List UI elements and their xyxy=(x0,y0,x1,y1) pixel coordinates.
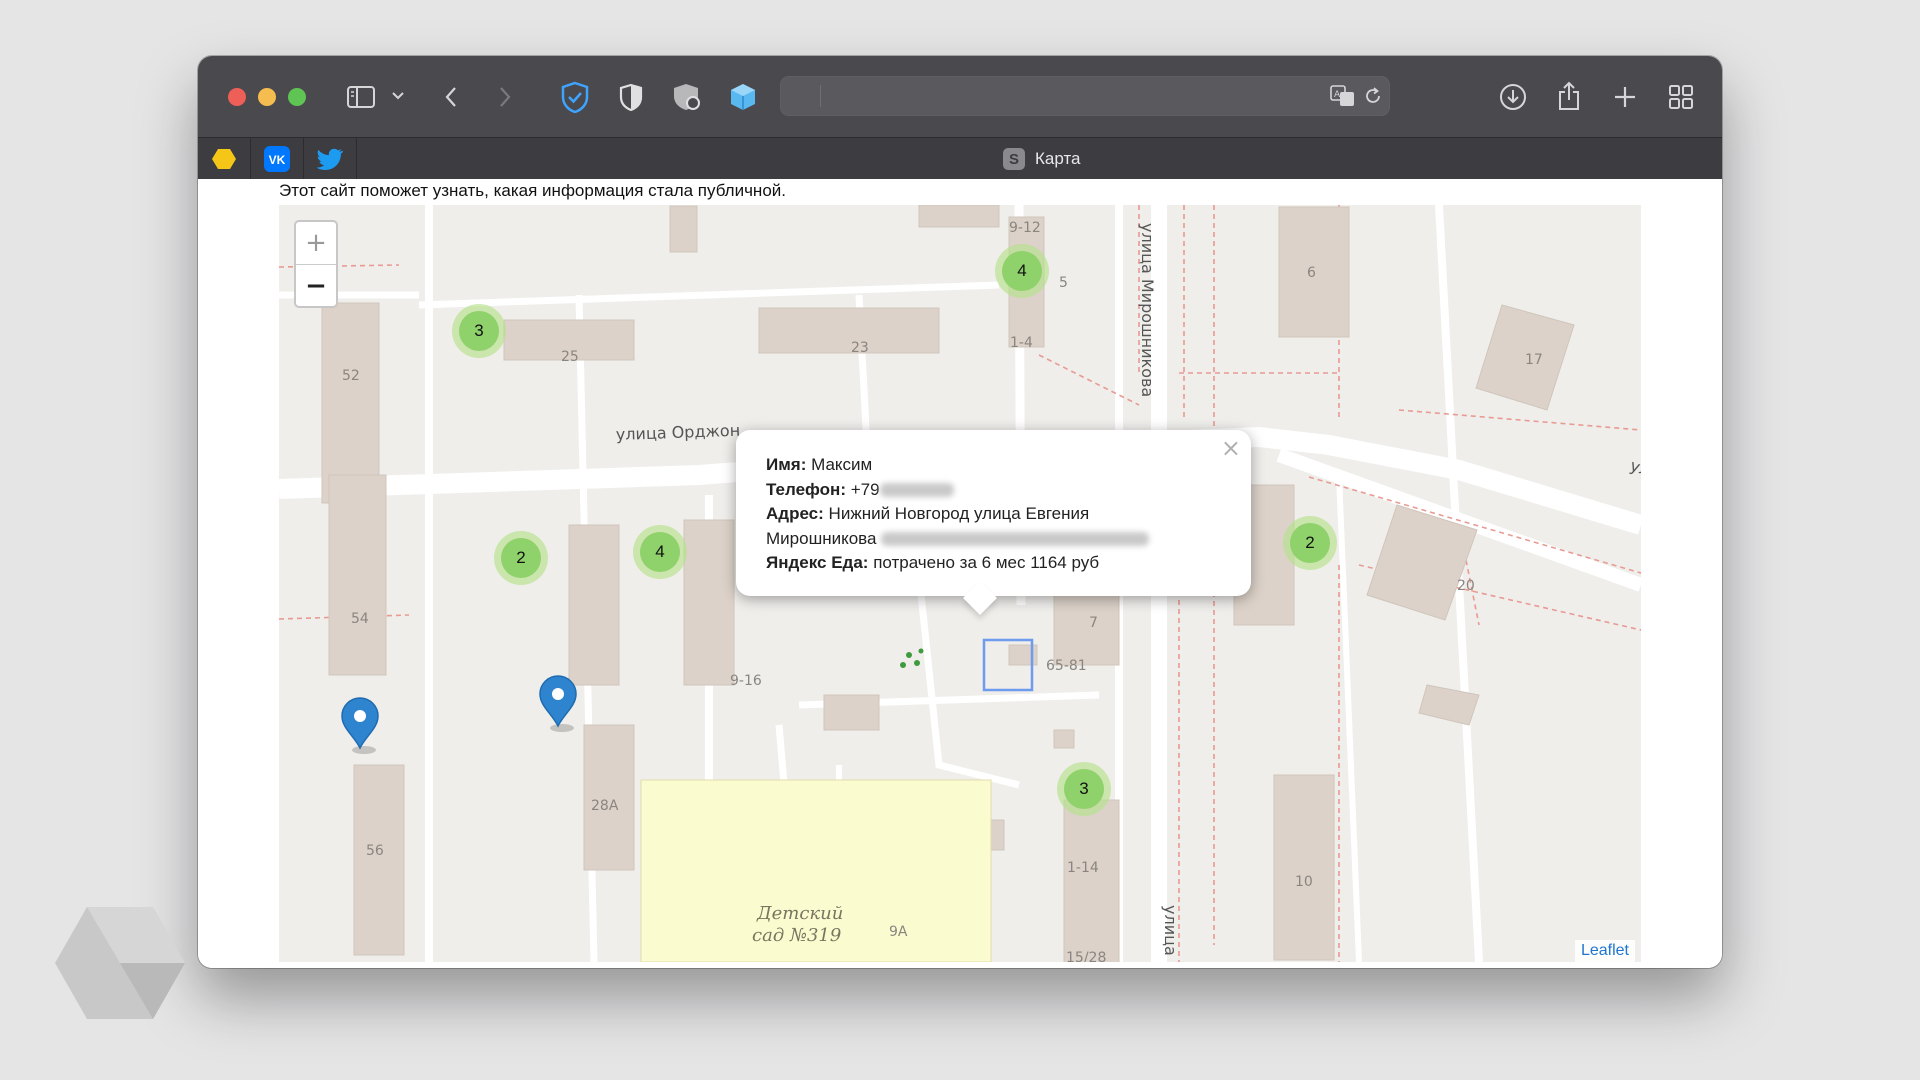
marker-cluster[interactable]: 3 xyxy=(1057,762,1111,816)
new-tab-icon[interactable] xyxy=(1608,80,1642,114)
svg-text:A: A xyxy=(1334,90,1341,100)
marker-popup: × Имя: Максим Телефон: +79 Адрес: Нижний… xyxy=(736,430,1251,615)
reload-icon[interactable] xyxy=(1362,84,1384,108)
page-content: Этот сайт поможет узнать, какая информац… xyxy=(198,179,1722,968)
pinned-tab-twitter[interactable] xyxy=(304,138,357,180)
extension-shield-icon[interactable] xyxy=(670,80,704,114)
building-label: 28A xyxy=(591,798,619,814)
building-label: 54 xyxy=(351,611,369,627)
marker-cluster[interactable]: 3 xyxy=(452,304,506,358)
svg-text:VK: VK xyxy=(269,153,286,167)
watermark-cube-logo xyxy=(55,905,185,1026)
marker-cluster[interactable]: 2 xyxy=(1283,516,1337,570)
close-window-button[interactable] xyxy=(228,88,246,106)
leaflet-attribution-link[interactable]: Leaflet xyxy=(1574,940,1635,962)
building-label: 6 xyxy=(1307,265,1316,281)
popup-phone-label: Телефон: xyxy=(766,479,846,499)
building-label: 5 xyxy=(1059,275,1068,291)
back-icon[interactable] xyxy=(438,82,464,112)
cluster-count: 4 xyxy=(640,532,680,572)
sidebar-icon[interactable] xyxy=(344,82,378,112)
privacy-shield-icon[interactable] xyxy=(614,80,648,114)
tab-title: Карта xyxy=(1035,149,1081,168)
kindergarten-label-line2: сад №319 xyxy=(752,925,841,946)
cluster-count: 2 xyxy=(1290,523,1330,563)
hexagon-icon xyxy=(212,149,236,169)
zoom-in-button[interactable]: + xyxy=(296,222,336,265)
marker-cluster[interactable]: 4 xyxy=(995,244,1049,298)
kindergarten-label-line1: Детский xyxy=(756,903,843,924)
browser-window: A VK S Карта Этот сайт поможет узнать, к… xyxy=(198,56,1722,968)
popup-address-label: Адрес: xyxy=(766,504,824,523)
share-icon[interactable] xyxy=(1552,78,1586,114)
cluster-count: 4 xyxy=(1002,251,1042,291)
building-label: 65-81 xyxy=(1046,658,1087,674)
cluster-count: 3 xyxy=(1064,769,1104,809)
popup-address-value-2: Мирошникова xyxy=(766,528,877,548)
tab-overview-icon[interactable] xyxy=(1664,80,1698,114)
map-view[interactable]: 9-12 5 1-4 6 17 52 25 23 54 20 9-16 7 65… xyxy=(279,205,1641,962)
redacted-address xyxy=(881,532,1150,547)
site-favicon: S xyxy=(1003,148,1025,170)
twitter-icon xyxy=(317,148,343,170)
marker-cluster[interactable]: 4 xyxy=(633,525,687,579)
cube-extension-icon[interactable] xyxy=(726,80,760,114)
popup-close-button[interactable]: × xyxy=(1221,434,1241,462)
building-label: 10 xyxy=(1295,874,1313,890)
tab-bar: VK S Карта xyxy=(198,137,1722,180)
cluster-count: 3 xyxy=(459,311,499,351)
popup-food-value: потрачено за 6 мес 1164 руб xyxy=(873,553,1100,572)
building-label: 52 xyxy=(342,368,360,384)
building-label: 20 xyxy=(1457,578,1475,594)
popup-address-value: Нижний Новгород улица Евгения xyxy=(828,504,1090,523)
popup-name-label: Имя: xyxy=(766,455,807,474)
street-label-miroshnikova: улица Мирошникова xyxy=(1138,223,1157,397)
redacted-phone xyxy=(879,483,954,498)
zoom-window-button[interactable] xyxy=(288,88,306,106)
cluster-count: 2 xyxy=(501,538,541,578)
pinned-tab-yellow[interactable] xyxy=(198,138,251,180)
building-label: 1-14 xyxy=(1067,860,1099,876)
translate-icon[interactable]: A xyxy=(1328,82,1358,110)
zoom-out-button[interactable]: − xyxy=(296,265,336,307)
active-tab[interactable]: S Карта xyxy=(1003,138,1081,180)
zoom-control: + − xyxy=(294,220,338,308)
building-label: 15/28 xyxy=(1066,950,1106,962)
forward-icon[interactable] xyxy=(492,82,518,112)
chevron-down-icon[interactable] xyxy=(388,86,408,106)
minimize-window-button[interactable] xyxy=(258,88,276,106)
browser-toolbar: A xyxy=(198,56,1722,137)
marker-cluster[interactable]: 2 xyxy=(494,531,548,585)
building-label: 17 xyxy=(1525,352,1543,368)
popup-food-label: Яндекс Еда: xyxy=(766,553,869,572)
page-intro-text: Этот сайт поможет узнать, какая информац… xyxy=(279,181,786,200)
download-icon[interactable] xyxy=(1496,80,1530,114)
building-label: 9-12 xyxy=(1009,220,1041,236)
building-label: 7 xyxy=(1089,615,1098,631)
address-bar[interactable]: A xyxy=(780,76,1390,116)
popup-name-value: Максим xyxy=(811,455,873,474)
building-label: 1-4 xyxy=(1010,335,1033,351)
building-label: 23 xyxy=(851,340,869,356)
street-label-miroshnikova-bottom: улица xyxy=(1161,905,1180,956)
popup-phone-value: +79 xyxy=(850,479,880,499)
building-label: 56 xyxy=(366,843,384,859)
building-label: 9-16 xyxy=(730,673,762,689)
vk-icon: VK xyxy=(264,146,290,172)
adblock-shield-icon[interactable] xyxy=(558,80,592,114)
building-label: 25 xyxy=(561,349,579,365)
building-label: 9A xyxy=(889,924,908,940)
pinned-tab-vk[interactable]: VK xyxy=(251,138,304,180)
